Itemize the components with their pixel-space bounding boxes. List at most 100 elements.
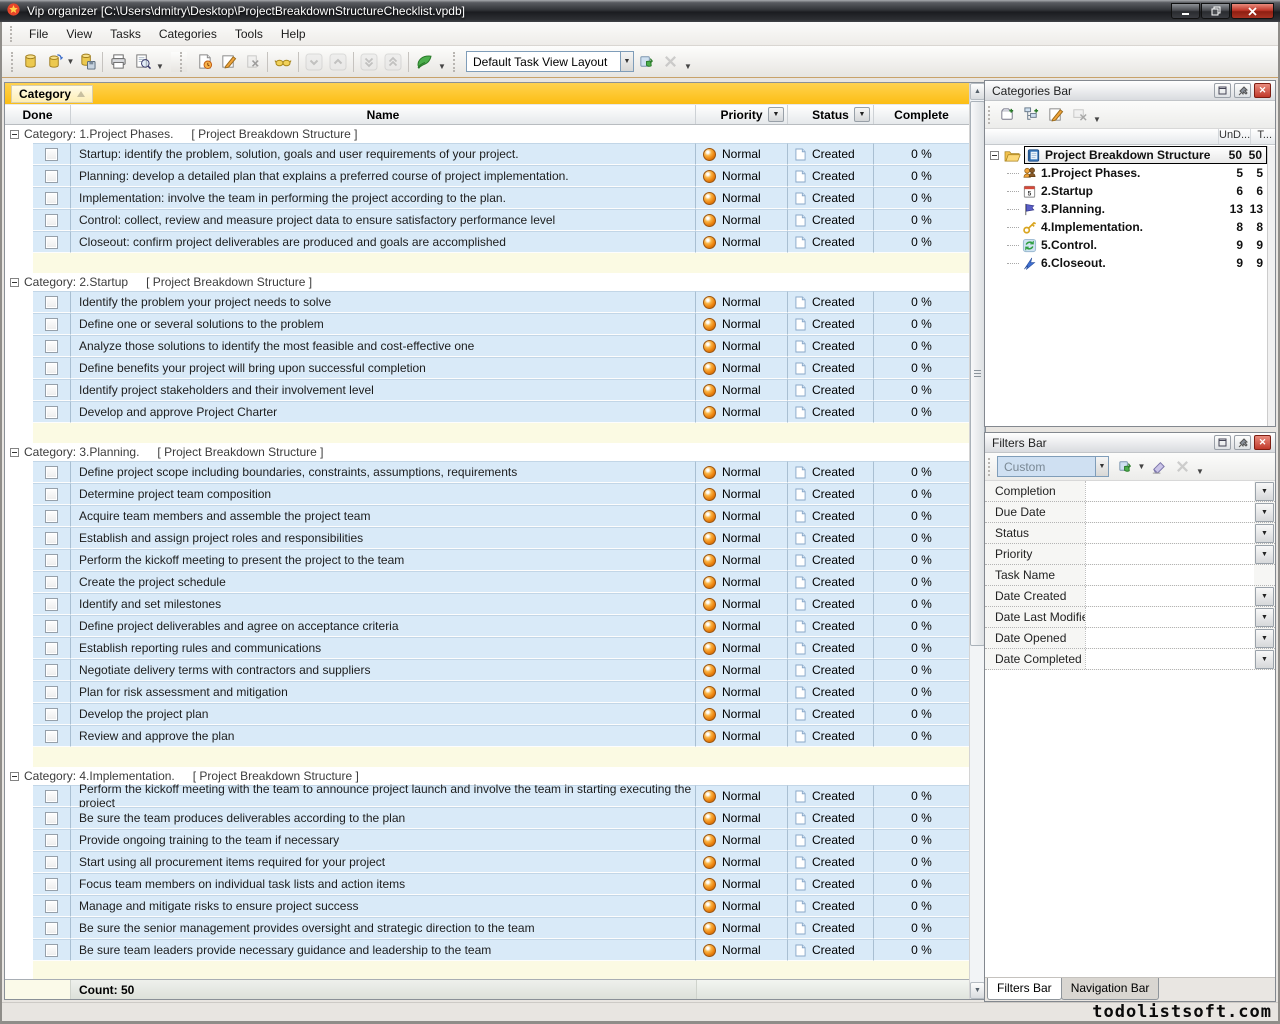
task-name-cell[interactable]: Manage and mitigate risks to ensure proj…	[71, 895, 696, 917]
task-name-cell[interactable]: Identify and set milestones	[71, 593, 696, 615]
priority-cell[interactable]: Normal	[696, 571, 788, 593]
task-name-cell[interactable]: Determine project team composition	[71, 483, 696, 505]
status-cell[interactable]: Created	[788, 571, 874, 593]
task-name-cell[interactable]: Implementation: involve the team in perf…	[71, 187, 696, 209]
tab-filters-bar[interactable]: Filters Bar	[987, 978, 1062, 1000]
share-overflow[interactable]: ▼	[436, 50, 448, 74]
priority-cell[interactable]: Normal	[696, 357, 788, 379]
title-bar[interactable]: Vip organizer [C:\Users\dmitry\Desktop\P…	[0, 0, 1280, 22]
toolbar-grip-2[interactable]	[180, 52, 182, 72]
status-cell[interactable]: Created	[788, 637, 874, 659]
status-cell[interactable]: Created	[788, 291, 874, 313]
move-up-button[interactable]	[326, 50, 350, 74]
priority-cell[interactable]: Normal	[696, 165, 788, 187]
table-row[interactable]: Implementation: involve the team in perf…	[5, 187, 969, 209]
priority-cell[interactable]: Normal	[696, 703, 788, 725]
collapse-group-icon[interactable]	[10, 278, 19, 287]
priority-cell[interactable]: Normal	[696, 917, 788, 939]
done-checkbox[interactable]	[45, 510, 58, 523]
filter-value-field[interactable]	[1085, 649, 1254, 669]
table-row[interactable]: Identify project stakeholders and their …	[5, 379, 969, 401]
done-checkbox[interactable]	[45, 922, 58, 935]
delete-task-button[interactable]	[240, 50, 264, 74]
table-row[interactable]: Create the project scheduleNormalCreated…	[5, 571, 969, 593]
task-name-cell[interactable]: Be sure team leaders provide necessary g…	[71, 939, 696, 961]
filters-pin-button[interactable]	[1234, 435, 1251, 450]
done-checkbox[interactable]	[45, 900, 58, 913]
table-row[interactable]: Focus team members on individual task li…	[5, 873, 969, 895]
category-group-row[interactable]: Category: 3.Planning.[ Project Breakdown…	[5, 443, 969, 461]
tab-navigation-bar[interactable]: Navigation Bar	[1061, 978, 1160, 1000]
priority-cell[interactable]: Normal	[696, 637, 788, 659]
tree-collapse-icon[interactable]	[990, 151, 999, 160]
status-cell[interactable]: Created	[788, 829, 874, 851]
task-name-cell[interactable]: Start using all procurement items requir…	[71, 851, 696, 873]
done-checkbox[interactable]	[45, 708, 58, 721]
task-name-cell[interactable]: Be sure the senior management provides o…	[71, 917, 696, 939]
task-name-cell[interactable]: Perform the kickoff meeting to present t…	[71, 549, 696, 571]
layout-combo[interactable]: Default Task View Layout ▼	[466, 51, 634, 72]
status-cell[interactable]: Created	[788, 681, 874, 703]
task-name-cell[interactable]: Define project deliverables and agree on…	[71, 615, 696, 637]
priority-cell[interactable]: Normal	[696, 785, 788, 807]
delete-filter-button[interactable]	[1170, 455, 1194, 479]
filter-preset-dropdown[interactable]: ▼	[1095, 457, 1108, 476]
status-cell[interactable]: Created	[788, 231, 874, 253]
status-cell[interactable]: Created	[788, 725, 874, 747]
table-row[interactable]: Provide ongoing training to the team if …	[5, 829, 969, 851]
restore-button[interactable]	[1201, 3, 1230, 19]
done-checkbox[interactable]	[45, 384, 58, 397]
move-down-button[interactable]	[302, 50, 326, 74]
status-cell[interactable]: Created	[788, 939, 874, 961]
done-checkbox[interactable]	[45, 236, 58, 249]
priority-cell[interactable]: Normal	[696, 379, 788, 401]
filter-dropdown-icon[interactable]: ▼	[1255, 587, 1274, 606]
collapse-group-icon[interactable]	[10, 448, 19, 457]
done-checkbox[interactable]	[45, 686, 58, 699]
collapse-group-icon[interactable]	[10, 772, 19, 781]
task-name-cell[interactable]: Closeout: confirm project deliverables a…	[71, 231, 696, 253]
task-name-cell[interactable]: Startup: identify the problem, solution,…	[71, 143, 696, 165]
task-name-cell[interactable]: Be sure the team produces deliverables a…	[71, 807, 696, 829]
edit-task-button[interactable]	[216, 50, 240, 74]
status-cell[interactable]: Created	[788, 851, 874, 873]
priority-cell[interactable]: Normal	[696, 505, 788, 527]
priority-cell[interactable]: Normal	[696, 231, 788, 253]
priority-cell[interactable]: Normal	[696, 143, 788, 165]
task-name-cell[interactable]: Focus team members on individual task li…	[71, 873, 696, 895]
status-cell[interactable]: Created	[788, 785, 874, 807]
task-name-cell[interactable]: Acquire team members and assemble the pr…	[71, 505, 696, 527]
task-name-cell[interactable]: Define project scope including boundarie…	[71, 461, 696, 483]
done-checkbox[interactable]	[45, 664, 58, 677]
filters-toolbar-overflow[interactable]: ▼	[1194, 455, 1206, 479]
done-checkbox[interactable]	[45, 576, 58, 589]
filters-close-button[interactable]: ✕	[1254, 435, 1271, 450]
filter-dropdown-icon[interactable]: ▼	[1255, 629, 1274, 648]
task-name-cell[interactable]: Identify project stakeholders and their …	[71, 379, 696, 401]
priority-cell[interactable]: Normal	[696, 483, 788, 505]
table-row[interactable]: Manage and mitigate risks to ensure proj…	[5, 895, 969, 917]
task-name-cell[interactable]: Review and approve the plan	[71, 725, 696, 747]
filter-dropdown-icon[interactable]: ▼	[1255, 608, 1274, 627]
scroll-up-icon[interactable]: ▲	[970, 83, 985, 100]
task-name-cell[interactable]: Analyze those solutions to identify the …	[71, 335, 696, 357]
table-row[interactable]: Plan for risk assessment and mitigationN…	[5, 681, 969, 703]
toolbar-grip[interactable]	[11, 52, 13, 72]
done-checkbox[interactable]	[45, 362, 58, 375]
priority-cell[interactable]: Normal	[696, 401, 788, 423]
done-checkbox[interactable]	[45, 834, 58, 847]
move-bottom-button[interactable]	[357, 50, 381, 74]
table-row[interactable]: Analyze those solutions to identify the …	[5, 335, 969, 357]
status-cell[interactable]: Created	[788, 807, 874, 829]
priority-cell[interactable]: Normal	[696, 807, 788, 829]
menu-item-tasks[interactable]: Tasks	[101, 24, 150, 44]
categories-pin-button[interactable]	[1234, 83, 1251, 98]
apply-layout-button[interactable]	[634, 50, 658, 74]
menu-item-view[interactable]: View	[57, 24, 101, 44]
menu-item-help[interactable]: Help	[272, 24, 315, 44]
priority-cell[interactable]: Normal	[696, 313, 788, 335]
categories-toolbar-overflow[interactable]: ▼	[1091, 103, 1103, 127]
menu-item-categories[interactable]: Categories	[150, 24, 226, 44]
apply-filter-dropdown[interactable]: ▼	[1137, 456, 1146, 478]
filter-dropdown-icon[interactable]: ▼	[1255, 503, 1274, 522]
